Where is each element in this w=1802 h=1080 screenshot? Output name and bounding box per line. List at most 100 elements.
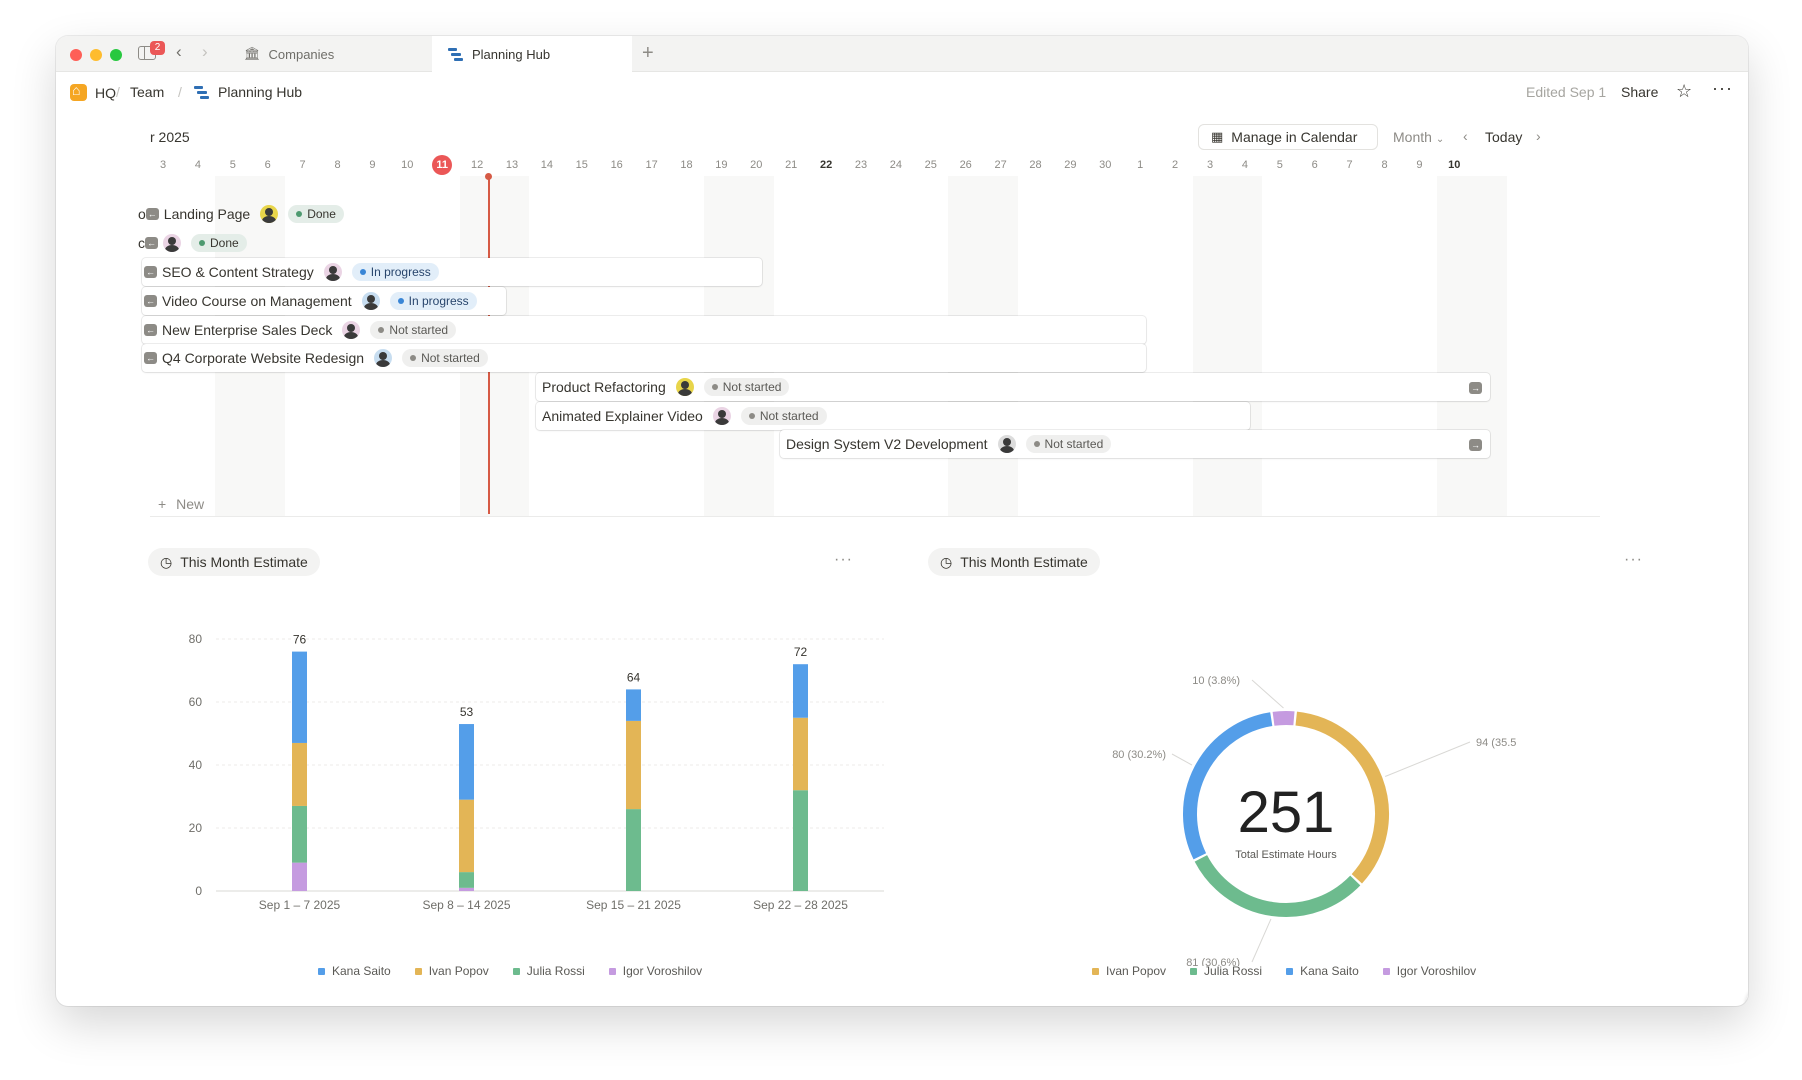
new-item-button[interactable]: + New (158, 496, 204, 512)
new-tab-button[interactable]: + (642, 42, 654, 65)
bar-segment (793, 664, 808, 718)
legend-label: Kana Saito (1300, 964, 1359, 978)
donut-center-label: Total Estimate Hours (1235, 849, 1337, 861)
timeline-item[interactable]: Animated Explainer Video Not started (536, 402, 1250, 430)
arrow-right-icon[interactable]: → (1469, 439, 1482, 451)
legend-item[interactable]: Julia Rossi (1190, 964, 1262, 978)
timeline-item[interactable]: ← Video Course on Management In progress (142, 287, 506, 315)
timeline-item[interactable]: c ← Done (138, 229, 262, 257)
legend-item[interactable]: Ivan Popov (1092, 964, 1166, 978)
forward-arrow-icon[interactable]: › (202, 42, 208, 62)
status-badge: Done (191, 234, 247, 252)
status-label: Not started (759, 409, 819, 423)
arrow-left-icon[interactable]: ← (145, 208, 159, 220)
timeline-item[interactable]: Product Refactoring Not started → (536, 373, 1490, 401)
arrow-right-icon[interactable]: → (1469, 382, 1482, 394)
close-window-button[interactable] (70, 49, 82, 61)
status-badge: Not started (1025, 435, 1112, 453)
arrow-left-icon[interactable]: ← (144, 324, 157, 336)
x-tick-label: Sep 22 – 28 2025 (753, 898, 848, 912)
donut-chart: 94 (35.5%)81 (30.6%)80 (30.2%)10 (3.8%)2… (1112, 675, 1516, 966)
today-button[interactable]: Today (1485, 129, 1522, 145)
tab-companies[interactable]: 🏛︎ Companies (228, 36, 428, 72)
status-dot (296, 211, 303, 217)
status-dot (410, 355, 417, 361)
legend-item[interactable]: Kana Saito (318, 964, 391, 978)
y-tick-label: 20 (189, 821, 203, 835)
timeline-item[interactable]: ← SEO & Content Strategy In progress (142, 258, 762, 286)
bar-segment (626, 689, 641, 721)
donut-slice (1194, 855, 1361, 917)
zoom-window-button[interactable] (110, 49, 122, 61)
divider (150, 516, 1600, 517)
today-marker (485, 173, 492, 180)
avatar (260, 205, 279, 223)
day-label: 2 (1172, 159, 1179, 171)
bar-segment (459, 799, 474, 873)
next-icon[interactable]: › (1536, 128, 1541, 144)
day-label: 3 (159, 159, 167, 171)
arrow-left-icon[interactable]: ← (144, 295, 157, 307)
timeline-item[interactable]: o ← Landing Page Done (138, 200, 382, 228)
arrow-left-icon[interactable]: ← (144, 266, 157, 278)
item-title-clipped: c (138, 235, 145, 251)
minimize-window-button[interactable] (90, 49, 102, 61)
legend-item[interactable]: Ivan Popov (414, 964, 489, 978)
day-label: 8 (1381, 159, 1388, 171)
tab-planning-hub[interactable]: Planning Hub (432, 36, 632, 73)
legend-item[interactable]: Igor Voroshilov (1382, 964, 1476, 978)
legend-item[interactable]: Kana Saito (1286, 964, 1359, 978)
widget-more-icon[interactable]: ··· (1624, 551, 1643, 569)
day-label: 10 (1448, 159, 1461, 171)
weekend-shade (1192, 176, 1263, 516)
bar-segment (459, 887, 474, 891)
stacked-bar-chart: 0 20 40 60 80 76 Sep 1 – 7 2025 53 Sep 8 – 14 20… (189, 632, 884, 912)
day-label: 26 (959, 159, 972, 171)
bar-segment (793, 790, 808, 891)
star-icon[interactable]: ☆ (1676, 81, 1692, 102)
app-window: 2 ‹ › 🏛︎ Companies Planning Hub + HQ / T… (56, 36, 1748, 1006)
avatar (675, 378, 694, 396)
day-label: 9 (369, 159, 376, 171)
day-label: 27 (994, 159, 1007, 171)
status-dot (359, 269, 366, 275)
clock-icon: ◷ (160, 553, 173, 570)
donut-chart-widget-title[interactable]: ◷ This Month Estimate (928, 548, 1100, 576)
x-tick-label: Sep 15 – 21 2025 (586, 898, 681, 912)
status-badge: In progress (351, 263, 439, 281)
day-label: 6 (1311, 159, 1318, 171)
day-label: 10 (401, 159, 414, 171)
share-button[interactable]: Share (1621, 84, 1658, 100)
breadcrumb-planning-hub[interactable]: Planning Hub (194, 84, 302, 100)
donut-slice (1272, 711, 1295, 726)
status-dot (199, 240, 205, 246)
timeline-item[interactable]: ← New Enterprise Sales Deck Not started (142, 316, 1146, 344)
arrow-left-icon[interactable]: ← (145, 237, 158, 249)
previous-icon[interactable]: ‹ (1463, 128, 1468, 144)
breadcrumb-hq[interactable]: HQ (70, 82, 116, 101)
timeline-item[interactable]: ← Q4 Corporate Website Redesign Not starte… (142, 344, 1146, 372)
legend-swatch (512, 967, 520, 975)
view-select-value: Month (1393, 129, 1432, 145)
breadcrumb-team[interactable]: Team (130, 84, 164, 100)
bar-segment (626, 720, 641, 810)
bar-chart-widget-title[interactable]: ◷ This Month Estimate (148, 548, 320, 576)
donut-leader-line (1251, 918, 1272, 963)
status-label: In progress (370, 265, 431, 279)
view-select[interactable]: Month ⌄ (1393, 129, 1444, 145)
arrow-left-icon[interactable]: ← (144, 352, 157, 364)
widget-more-icon[interactable]: ··· (834, 551, 853, 569)
legend-swatch (608, 967, 616, 975)
manage-in-calendar-button[interactable]: ▦ Manage in Calendar (1198, 124, 1378, 150)
back-arrow-icon[interactable]: ‹ (176, 42, 182, 62)
more-icon[interactable]: ··· (1712, 78, 1733, 99)
legend-label: Ivan Popov (428, 964, 489, 978)
legend-swatch (318, 967, 325, 975)
legend-swatch (1286, 967, 1294, 975)
legend-item[interactable]: Igor Voroshilov (608, 964, 702, 978)
legend-item[interactable]: Julia Rossi (512, 964, 585, 978)
status-badge: Not started (370, 321, 457, 339)
timeline-item[interactable]: Design System V2 Development Not started → (780, 430, 1490, 458)
cursor-tool-icon[interactable]: ⌖ (1746, 986, 1748, 1006)
status-label: Not started (1044, 437, 1104, 451)
